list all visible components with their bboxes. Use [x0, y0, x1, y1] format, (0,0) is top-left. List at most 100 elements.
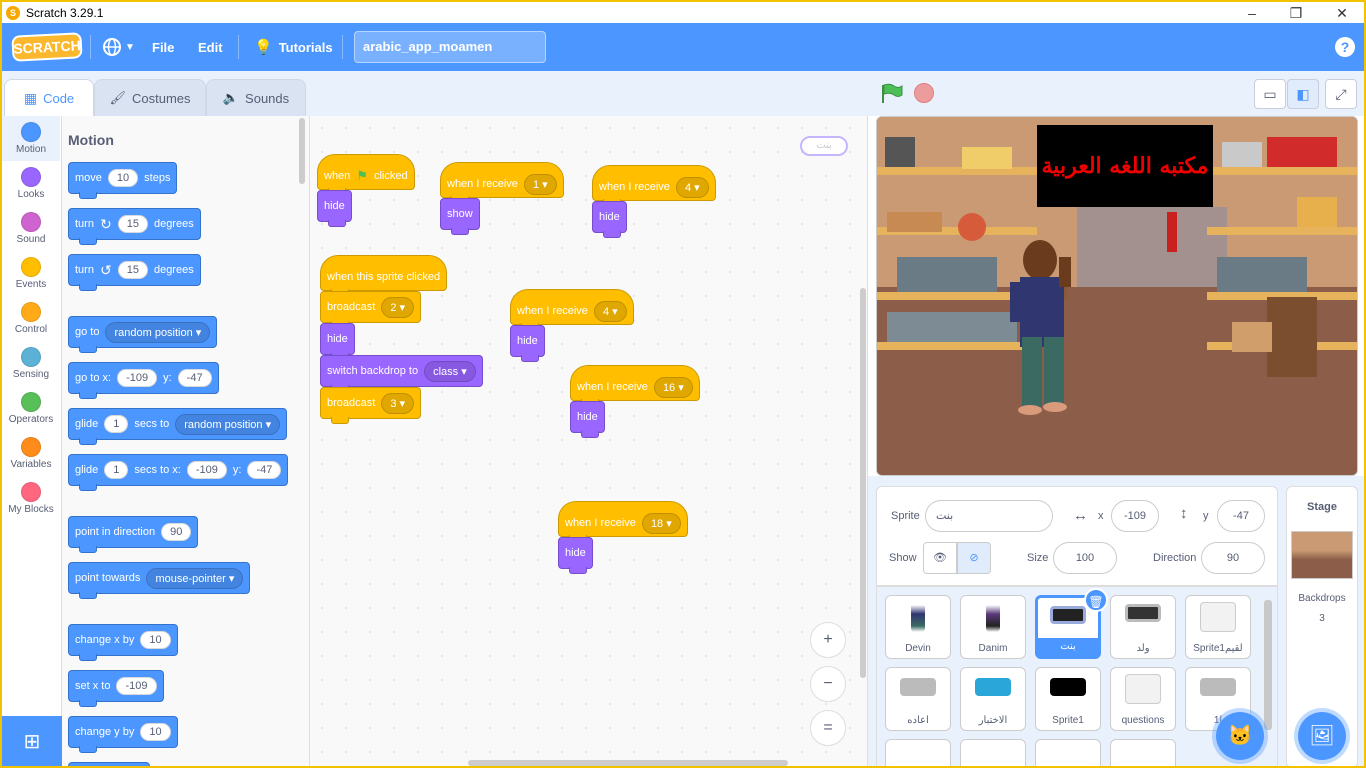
- add-extension-button[interactable]: ⊞: [2, 716, 62, 766]
- zoom-reset-button[interactable]: =: [810, 710, 846, 746]
- point-towards-block[interactable]: point towards mouse-pointer: [68, 562, 251, 599]
- category-events[interactable]: Events: [2, 251, 60, 296]
- switch-backdrop-block[interactable]: switch backdrop to class: [320, 355, 483, 392]
- when-flag-clicked-block[interactable]: when ⚑ clicked: [317, 154, 415, 195]
- message-dropdown[interactable]: 18: [641, 512, 681, 534]
- normal-stage-button[interactable]: ◧: [1287, 79, 1319, 109]
- project-title-input[interactable]: arabic_app_moamen: [354, 31, 546, 63]
- tab-sounds[interactable]: 🔈 Sounds: [206, 79, 306, 116]
- change-y-input[interactable]: 10: [140, 723, 171, 741]
- broadcast-message-dropdown[interactable]: 3: [381, 392, 415, 414]
- sprite-tile[interactable]: اعاده: [885, 667, 951, 731]
- sprite-tile[interactable]: [885, 739, 951, 767]
- size-input[interactable]: 100: [1053, 542, 1117, 574]
- edit-menu[interactable]: Edit: [198, 23, 223, 71]
- script-workspace[interactable]: [310, 116, 868, 766]
- turn-right-degrees-input[interactable]: 15: [117, 215, 148, 233]
- change-x-input[interactable]: 10: [140, 631, 171, 649]
- minimize-button[interactable]: –: [1240, 4, 1264, 22]
- sprite-tile[interactable]: Devin: [885, 595, 951, 659]
- turn-right-block[interactable]: turn ↻ 15 degrees: [68, 208, 201, 245]
- sprite-tile[interactable]: [960, 739, 1026, 767]
- tab-code[interactable]: ▦ Code: [4, 79, 94, 117]
- go-to-block[interactable]: go to random position: [68, 316, 218, 353]
- tab-costumes[interactable]: 🖌 Costumes: [94, 79, 206, 116]
- sprite-tile[interactable]: ولد: [1110, 595, 1176, 659]
- hide-block[interactable]: hide: [510, 325, 545, 362]
- glidexy-y-input[interactable]: -47: [247, 461, 282, 479]
- category-sensing[interactable]: Sensing: [2, 341, 60, 386]
- move-steps-block[interactable]: move 10 steps: [68, 162, 178, 199]
- glidexy-x-input[interactable]: -109: [186, 461, 227, 479]
- sprite-tile[interactable]: questions: [1110, 667, 1176, 731]
- show-block[interactable]: show: [440, 198, 480, 235]
- when-i-receive-block[interactable]: when I receive 16: [570, 365, 700, 406]
- go-to-y-input[interactable]: -47: [177, 369, 212, 387]
- point-in-direction-block[interactable]: point in direction 90: [68, 516, 199, 553]
- when-i-receive-block[interactable]: when I receive 4: [592, 165, 716, 206]
- hide-block[interactable]: hide: [570, 401, 605, 438]
- glide-secs-input[interactable]: 1: [104, 415, 129, 433]
- help-icon[interactable]: ?: [1335, 37, 1355, 57]
- message-dropdown[interactable]: 1: [523, 173, 557, 195]
- sprite-tile[interactable]: [1110, 739, 1176, 767]
- file-menu[interactable]: File: [152, 23, 174, 71]
- zoom-out-button[interactable]: −: [810, 666, 846, 702]
- hide-visible-button[interactable]: ⊘: [957, 542, 991, 574]
- stage-canvas[interactable]: مكتبه اللغه العربية: [876, 116, 1358, 476]
- green-flag-icon[interactable]: [880, 83, 904, 103]
- palette-scrollbar[interactable]: [299, 118, 305, 184]
- turn-left-block[interactable]: turn ↺ 15 degrees: [68, 254, 201, 291]
- sprite-tile[interactable]: [1035, 739, 1101, 767]
- glide-to-xy-block[interactable]: glide 1 secs to x: -109 y: -47: [68, 454, 289, 491]
- tutorials-button[interactable]: 💡 Tutorials: [254, 23, 333, 71]
- category-control[interactable]: Control: [2, 296, 60, 341]
- category-looks[interactable]: Looks: [2, 161, 60, 206]
- when-i-receive-block[interactable]: when I receive 4: [510, 289, 634, 330]
- glidexy-secs-input[interactable]: 1: [104, 461, 129, 479]
- close-window-button[interactable]: ✕: [1330, 4, 1354, 22]
- set-x-input[interactable]: -109: [116, 677, 157, 695]
- choose-backdrop-button[interactable]: 🖼: [1298, 712, 1346, 760]
- go-to-xy-block[interactable]: go to x: -109 y: -47: [68, 362, 219, 399]
- go-to-x-input[interactable]: -109: [117, 369, 158, 387]
- sprite-name-input[interactable]: بنت: [925, 500, 1053, 532]
- y-position-input[interactable]: -47: [1217, 500, 1265, 532]
- category-variables[interactable]: Variables: [2, 431, 60, 476]
- glide-to-block[interactable]: glide 1 secs to random position: [68, 408, 288, 445]
- category-my-blocks[interactable]: My Blocks: [2, 476, 60, 521]
- point-towards-dropdown[interactable]: mouse-pointer: [146, 567, 244, 589]
- maximize-button[interactable]: ❐: [1284, 4, 1308, 22]
- set-y-block[interactable]: [68, 762, 150, 766]
- small-stage-button[interactable]: ▭: [1254, 79, 1286, 109]
- workspace-vertical-scrollbar[interactable]: [860, 288, 866, 678]
- delete-sprite-icon[interactable]: 🗑: [1084, 588, 1108, 612]
- message-dropdown[interactable]: 16: [653, 376, 693, 398]
- set-x-block[interactable]: set x to -109: [68, 670, 164, 707]
- hide-block[interactable]: hide: [317, 190, 352, 227]
- steps-input[interactable]: 10: [107, 169, 139, 187]
- broadcast-block[interactable]: broadcast 3: [320, 387, 422, 424]
- turn-left-degrees-input[interactable]: 15: [117, 261, 148, 279]
- when-sprite-clicked-block[interactable]: when this sprite clicked: [320, 255, 448, 296]
- message-dropdown[interactable]: 4: [593, 300, 627, 322]
- sprite-tile[interactable]: الاختبار: [960, 667, 1026, 731]
- choose-sprite-button[interactable]: 🐱: [1216, 712, 1264, 760]
- change-y-block[interactable]: change y by 10: [68, 716, 178, 753]
- stop-button[interactable]: [914, 83, 934, 103]
- workspace-horizontal-scrollbar[interactable]: [468, 760, 788, 766]
- message-dropdown[interactable]: 4: [675, 176, 709, 198]
- direction-input[interactable]: 90: [1201, 542, 1265, 574]
- backdrop-dropdown[interactable]: class: [424, 360, 476, 382]
- hide-block[interactable]: hide: [558, 537, 593, 574]
- sprite-tile[interactable]: Danim: [960, 595, 1026, 659]
- hide-block[interactable]: hide: [592, 201, 627, 238]
- show-visible-button[interactable]: 👁: [923, 542, 957, 574]
- scratch-logo[interactable]: SCRATCH: [11, 32, 83, 62]
- category-operators[interactable]: Operators: [2, 386, 60, 431]
- fullscreen-button[interactable]: ⤢: [1325, 79, 1357, 109]
- direction-input[interactable]: 90: [161, 523, 192, 541]
- hide-block[interactable]: hide: [320, 323, 355, 360]
- sprite-tile[interactable]: Sprite1: [1035, 667, 1101, 731]
- broadcast-message-dropdown[interactable]: 2: [381, 296, 415, 318]
